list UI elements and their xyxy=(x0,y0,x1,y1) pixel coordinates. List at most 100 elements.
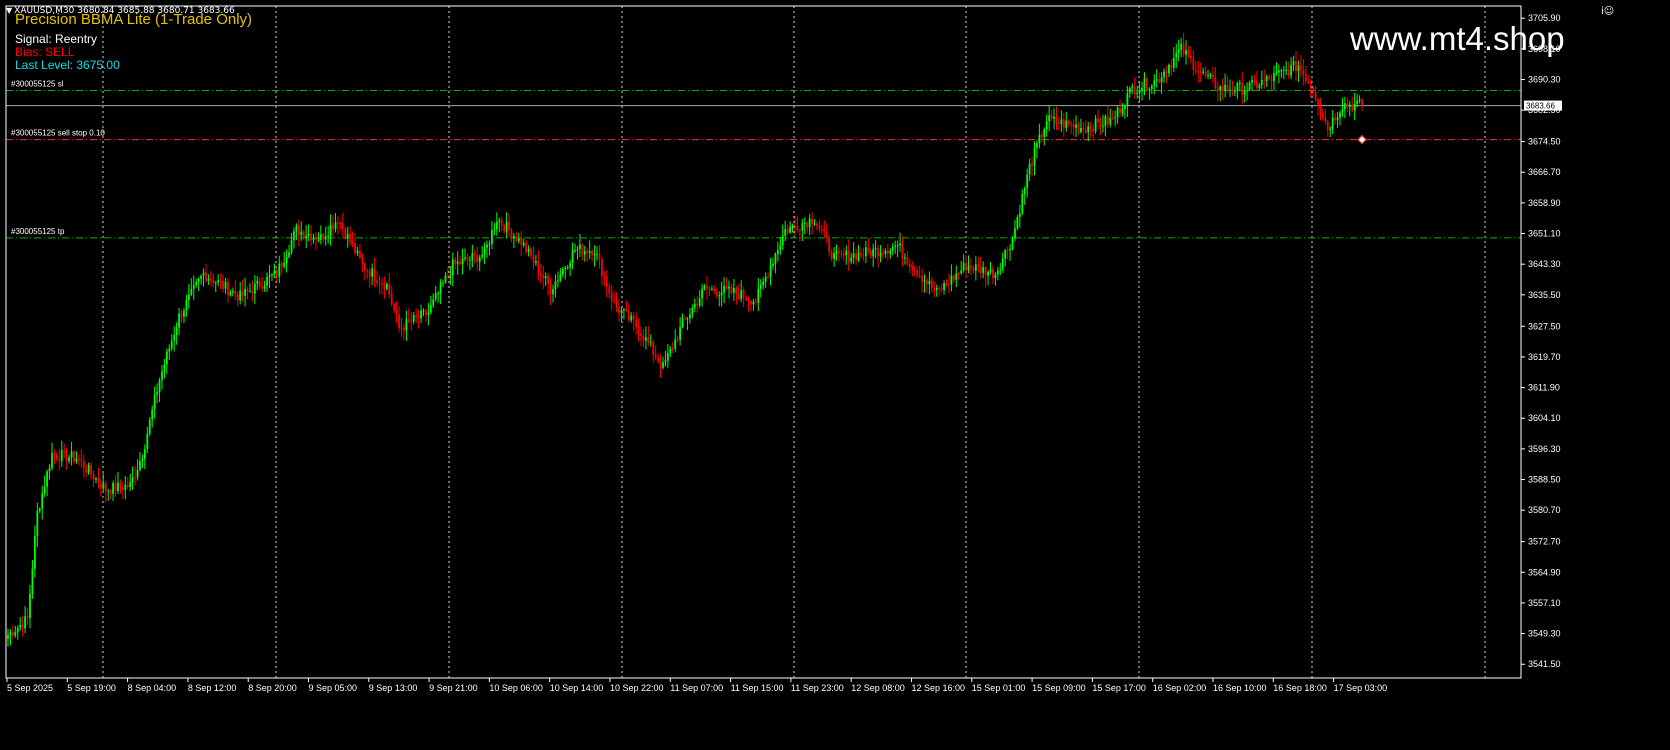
bull-candle-body xyxy=(329,225,332,236)
bear-candle-body xyxy=(945,282,948,285)
bull-candle-body xyxy=(1290,64,1293,76)
bull-candle-body xyxy=(1185,50,1187,55)
bear-candle-body xyxy=(901,243,904,258)
bull-candle-body xyxy=(566,267,569,269)
bear-candle-body xyxy=(1299,65,1302,70)
bear-candle-body xyxy=(1326,121,1329,130)
bear-candle-body xyxy=(398,314,400,328)
bear-candle-body xyxy=(1324,117,1327,122)
bear-candle-body xyxy=(1197,71,1200,73)
bull-candle-body xyxy=(183,310,185,317)
bear-candle-body xyxy=(351,242,354,244)
bull-candle-body xyxy=(1356,100,1359,104)
bull-candle-body xyxy=(781,235,784,246)
bull-candle-body xyxy=(129,482,132,488)
bear-candle-body xyxy=(1092,129,1095,132)
bull-candle-body xyxy=(112,482,114,494)
bear-candle-body xyxy=(625,309,628,311)
bull-candle-body xyxy=(231,291,234,293)
bull-candle-body xyxy=(1285,69,1288,71)
bear-candle-body xyxy=(395,310,398,315)
bull-candle-body xyxy=(464,257,466,259)
bull-candle-body xyxy=(728,286,730,289)
bear-candle-body xyxy=(390,294,393,304)
bull-candle-body xyxy=(1009,248,1011,251)
bear-candle-body xyxy=(860,252,862,256)
bear-candle-body xyxy=(473,253,476,255)
bull-candle-body xyxy=(989,268,992,272)
bear-candle-body xyxy=(1268,76,1271,79)
bear-candle-body xyxy=(447,275,449,277)
bear-candle-body xyxy=(344,228,347,239)
bull-candle-body xyxy=(19,624,22,628)
bull-candle-body xyxy=(268,275,271,277)
bull-candle-body xyxy=(1348,104,1351,107)
bull-candle-body xyxy=(994,274,997,279)
bull-candle-body xyxy=(158,380,161,393)
bull-candle-body xyxy=(894,245,897,247)
bull-candle-body xyxy=(879,252,882,257)
price-axis-label: 3557.10 xyxy=(1528,598,1561,608)
bull-candle-body xyxy=(620,310,623,313)
bear-candle-body xyxy=(750,301,752,305)
bull-candle-body xyxy=(1248,82,1251,90)
bear-candle-body xyxy=(847,250,850,262)
bull-candle-body xyxy=(334,222,337,230)
bear-candle-body xyxy=(1097,118,1099,123)
bear-candle-body xyxy=(415,315,418,317)
bull-candle-body xyxy=(266,276,268,286)
bear-candle-body xyxy=(725,286,728,289)
bull-candle-body xyxy=(679,327,682,340)
bull-candle-body xyxy=(495,221,498,230)
time-axis-label: 16 Sep 10:00 xyxy=(1213,683,1267,693)
bull-candle-body xyxy=(48,468,51,472)
bull-candle-body xyxy=(70,451,73,458)
bull-candle-body xyxy=(278,263,281,277)
bear-candle-body xyxy=(539,273,542,276)
bull-candle-body xyxy=(305,235,308,238)
bear-candle-body xyxy=(882,252,884,254)
smiley-expert-icon[interactable]: i☺ xyxy=(1601,6,1614,17)
bull-candle-body xyxy=(143,449,146,460)
bull-candle-body xyxy=(295,225,298,232)
bull-candle-body xyxy=(481,254,484,258)
bear-candle-body xyxy=(652,342,655,355)
bull-candle-body xyxy=(190,288,193,295)
bear-candle-body xyxy=(407,319,410,321)
bull-candle-body xyxy=(569,263,572,268)
price-axis-label: 3635.50 xyxy=(1528,290,1561,300)
bear-candle-body xyxy=(241,290,244,296)
bull-candle-body xyxy=(1234,90,1236,92)
order-line-label-sl: #300055125 sl xyxy=(11,79,64,88)
bull-candle-body xyxy=(51,453,53,469)
bear-candle-body xyxy=(508,221,510,230)
bull-candle-body xyxy=(107,490,110,492)
collapse-triangle-icon[interactable]: ▼ xyxy=(6,6,12,15)
bull-candle-body xyxy=(153,394,156,410)
bull-candle-body xyxy=(576,248,579,251)
bull-candle-body xyxy=(1243,90,1246,95)
bear-candle-body xyxy=(1050,115,1053,119)
bull-candle-body xyxy=(588,251,591,254)
bull-candle-body xyxy=(412,315,415,322)
bear-candle-body xyxy=(126,484,129,488)
chart-window[interactable]: #300055125 sl #300055125 sell stop 0.10 #3… xyxy=(0,0,1670,746)
bull-candle-body xyxy=(669,348,672,354)
bull-candle-body xyxy=(960,270,963,274)
bull-candle-body xyxy=(327,235,330,237)
price-chart[interactable]: #300055125 sl #300055125 sell stop 0.10 #3… xyxy=(0,0,1670,746)
bear-candle-body xyxy=(1351,104,1354,111)
bear-candle-body xyxy=(1287,69,1290,76)
bull-candle-body xyxy=(312,237,315,241)
bear-candle-body xyxy=(1099,122,1102,127)
bear-candle-body xyxy=(823,230,826,233)
bull-candle-body xyxy=(498,220,501,222)
bear-candle-body xyxy=(354,243,356,254)
signal-text: Signal: Reentry xyxy=(15,32,98,46)
bull-candle-body xyxy=(1043,129,1046,137)
bear-candle-body xyxy=(952,275,955,280)
bull-candle-body xyxy=(505,221,508,232)
current-price-label: 3683.66 xyxy=(1526,102,1555,111)
bull-candle-body xyxy=(1021,193,1024,214)
bear-candle-body xyxy=(911,266,914,270)
